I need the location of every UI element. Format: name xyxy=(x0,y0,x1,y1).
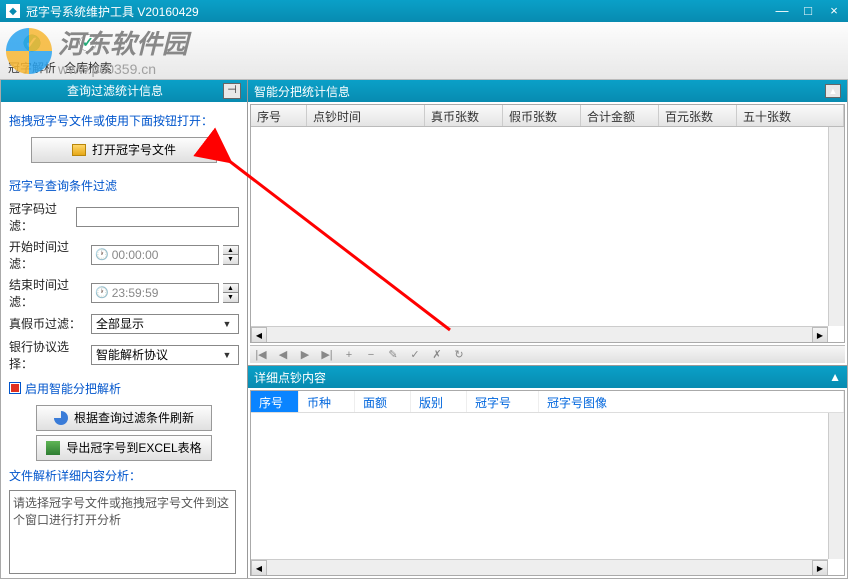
horizontal-scrollbar[interactable]: ◀ ▶ xyxy=(251,559,828,575)
nav-cancel[interactable]: ✗ xyxy=(426,348,448,361)
refresh-icon xyxy=(54,411,68,425)
end-time-input[interactable]: 🕐23:59:59 xyxy=(91,283,219,303)
col-total[interactable]: 合计金额 xyxy=(581,105,659,126)
chevron-down-icon: ▼ xyxy=(220,319,234,329)
col-fake[interactable]: 假币张数 xyxy=(503,105,581,126)
start-time-label: 开始时间过滤： xyxy=(9,238,87,272)
scroll-left-button[interactable]: ◀ xyxy=(251,327,267,343)
bank-protocol-select[interactable]: 智能解析协议 ▼ xyxy=(91,345,239,365)
filter-section-title: 冠字号查询条件过滤 xyxy=(9,177,239,194)
start-time-input[interactable]: 🕐00:00:00 xyxy=(91,245,219,265)
stats-panel: 智能分把统计信息 ▲ 序号 点钞时间 真币张数 假币张数 合计金额 百元张数 五… xyxy=(248,80,847,366)
end-time-label: 结束时间过滤： xyxy=(9,276,87,310)
detail-grid-header: 序号 币种 面额 版别 冠字号 冠字号图像 xyxy=(251,391,844,413)
smart-parse-checkbox[interactable]: 启用智能分把解析 xyxy=(9,380,239,397)
code-filter-label: 冠字码过滤： xyxy=(9,200,72,234)
drag-hint: 拖拽冠字号文件或使用下面按钮打开： xyxy=(9,112,239,129)
open-file-button[interactable]: 打开冠字号文件 xyxy=(31,137,217,163)
minimize-button[interactable]: — xyxy=(774,4,790,18)
dcol-currency[interactable]: 币种 xyxy=(299,391,355,412)
record-navigator: |◀ ◀ ▶ ▶| + − ✎ ✓ ✗ ↻ xyxy=(250,345,845,363)
end-time-spinner[interactable]: ▲▼ xyxy=(223,283,239,303)
main-toolbar: 冠字解析 全库检索 xyxy=(0,22,848,80)
dcol-version[interactable]: 版别 xyxy=(411,391,467,412)
pin-button[interactable]: ⊣ xyxy=(223,83,241,99)
clock-icon: 🕐 xyxy=(95,248,109,261)
checkbox-icon xyxy=(9,382,21,394)
refresh-label: 根据查询过滤条件刷新 xyxy=(74,409,194,426)
dcol-denom[interactable]: 面额 xyxy=(355,391,411,412)
nav-edit[interactable]: ✎ xyxy=(382,348,404,361)
vertical-scrollbar[interactable] xyxy=(828,413,844,559)
code-filter-input[interactable] xyxy=(76,207,239,227)
window-title: 冠字号系统维护工具 V20160429 xyxy=(26,3,774,20)
col-time[interactable]: 点钞时间 xyxy=(307,105,425,126)
toolbar-parse-button[interactable]: 冠字解析 xyxy=(4,29,60,79)
app-icon: ◆ xyxy=(6,4,20,18)
collapse-button[interactable]: ▲ xyxy=(829,370,841,384)
detail-panel-title: 详细点钞内容 xyxy=(254,369,326,386)
toolbar-search-label: 全库检索 xyxy=(60,59,116,76)
nav-del[interactable]: − xyxy=(360,349,382,361)
toolbar-search-button[interactable]: 全库检索 xyxy=(60,29,116,79)
refresh-button[interactable]: 根据查询过滤条件刷新 xyxy=(36,405,212,431)
toolbar-parse-label: 冠字解析 xyxy=(4,59,60,76)
nav-prev[interactable]: ◀ xyxy=(272,348,294,361)
scroll-right-button[interactable]: ▶ xyxy=(812,327,828,343)
clock-icon: 🕐 xyxy=(95,286,109,299)
vertical-scrollbar[interactable] xyxy=(828,127,844,326)
dcol-image[interactable]: 冠字号图像 xyxy=(539,391,844,412)
dcol-serial[interactable]: 冠字号 xyxy=(467,391,539,412)
real-filter-label: 真假币过滤： xyxy=(9,315,87,332)
left-panel-title: 查询过滤统计信息 xyxy=(7,82,223,99)
left-panel: 查询过滤统计信息 ⊣ 拖拽冠字号文件或使用下面按钮打开： 打开冠字号文件 冠字号… xyxy=(1,80,248,578)
search-icon xyxy=(74,29,102,57)
bank-protocol-label: 银行协议选择： xyxy=(9,338,87,372)
start-time-spinner[interactable]: ▲▼ xyxy=(223,245,239,265)
real-filter-select[interactable]: 全部显示 ▼ xyxy=(91,314,239,334)
col-hundred[interactable]: 百元张数 xyxy=(659,105,737,126)
scroll-left-button[interactable]: ◀ xyxy=(251,560,267,576)
detail-section-title: 文件解析详细内容分析： xyxy=(9,467,239,484)
nav-ok[interactable]: ✓ xyxy=(404,348,426,361)
detail-textarea[interactable] xyxy=(9,490,236,574)
window-title-bar: ◆ 冠字号系统维护工具 V20160429 — □ × xyxy=(0,0,848,22)
scroll-right-button[interactable]: ▶ xyxy=(812,560,828,576)
col-index[interactable]: 序号 xyxy=(251,105,307,126)
export-excel-button[interactable]: 导出冠字号到EXCEL表格 xyxy=(36,435,212,461)
dcol-index[interactable]: 序号 xyxy=(251,391,299,412)
stats-grid[interactable]: 序号 点钞时间 真币张数 假币张数 合计金额 百元张数 五十张数 ◀ ▶ xyxy=(250,104,845,343)
folder-open-icon xyxy=(72,144,86,156)
nav-first[interactable]: |◀ xyxy=(250,348,272,361)
col-real[interactable]: 真币张数 xyxy=(425,105,503,126)
excel-icon xyxy=(46,441,60,455)
chevron-down-icon: ▼ xyxy=(220,350,234,360)
export-label: 导出冠字号到EXCEL表格 xyxy=(66,439,201,456)
parse-icon xyxy=(18,29,46,57)
stats-panel-title: 智能分把统计信息 xyxy=(254,83,350,100)
detail-grid[interactable]: 序号 币种 面额 版别 冠字号 冠字号图像 ◀ ▶ xyxy=(250,390,845,576)
nav-refresh[interactable]: ↻ xyxy=(448,348,470,361)
stats-grid-header: 序号 点钞时间 真币张数 假币张数 合计金额 百元张数 五十张数 xyxy=(251,105,844,127)
detail-panel: 详细点钞内容 ▲ 序号 币种 面额 版别 冠字号 冠字号图像 ◀ ▶ xyxy=(248,366,847,578)
close-button[interactable]: × xyxy=(826,4,842,18)
smart-parse-label: 启用智能分把解析 xyxy=(25,380,121,397)
stats-panel-header: 智能分把统计信息 ▲ xyxy=(248,80,847,102)
collapse-button[interactable]: ▲ xyxy=(825,84,841,98)
detail-panel-header: 详细点钞内容 ▲ xyxy=(248,366,847,388)
maximize-button[interactable]: □ xyxy=(800,4,816,18)
open-file-label: 打开冠字号文件 xyxy=(92,141,176,158)
nav-last[interactable]: ▶| xyxy=(316,348,338,361)
col-fifty[interactable]: 五十张数 xyxy=(737,105,844,126)
horizontal-scrollbar[interactable]: ◀ ▶ xyxy=(251,326,828,342)
left-panel-header: 查询过滤统计信息 ⊣ xyxy=(1,80,247,102)
nav-next[interactable]: ▶ xyxy=(294,348,316,361)
nav-add[interactable]: + xyxy=(338,349,360,361)
